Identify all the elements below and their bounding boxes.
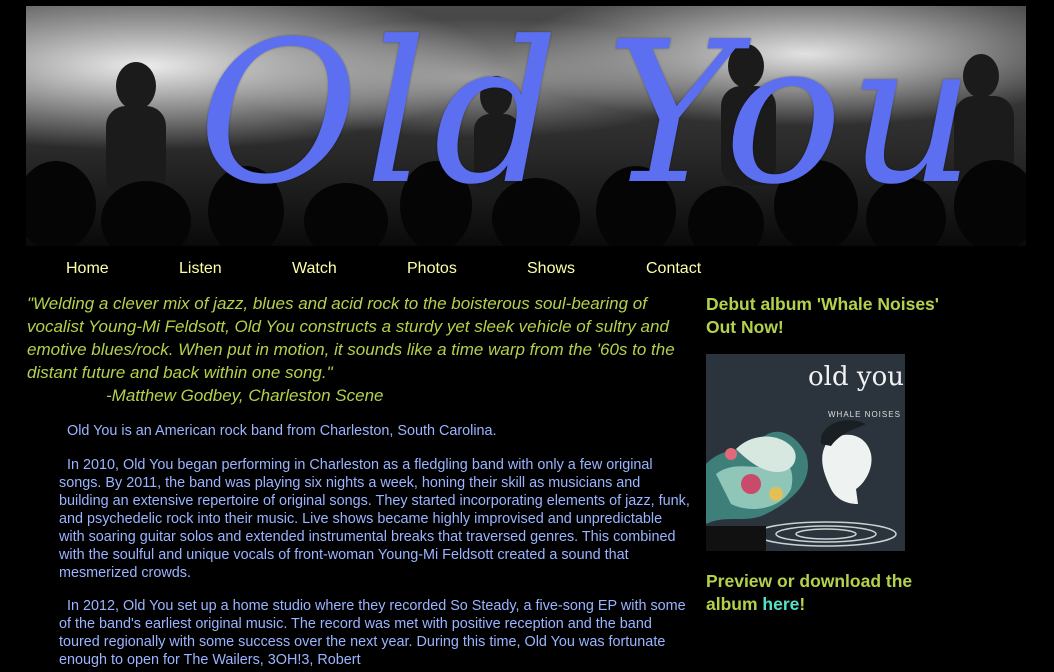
nav-home[interactable]: Home <box>66 260 109 278</box>
press-quote: "Welding a clever mix of jazz, blues and… <box>27 294 675 382</box>
band-title-old: Old <box>198 6 565 228</box>
nav-listen[interactable]: Listen <box>179 260 222 278</box>
quote-attribution: -Matthew Godbey, Charleston Scene <box>106 386 384 405</box>
album-title: old you <box>808 362 904 392</box>
nav-shows[interactable]: Shows <box>527 260 575 278</box>
album-preview-text: Preview or download the album here! <box>706 570 966 616</box>
preview-suffix: ! <box>799 594 806 614</box>
preview-label: Preview or download the album <box>706 571 913 614</box>
band-title-you: You <box>606 6 981 228</box>
bio-paragraph-1: Old You is an American rock band from Ch… <box>67 423 497 439</box>
nav-photos[interactable]: Photos <box>407 260 457 278</box>
nav-watch[interactable]: Watch <box>292 260 337 278</box>
header-banner: Old You <box>26 6 1026 246</box>
bio-paragraph-3: In 2012, Old You set up a home studio wh… <box>59 598 686 668</box>
album-subtitle: WHALE NOISES <box>828 410 901 419</box>
nav-contact[interactable]: Contact <box>646 260 701 278</box>
album-cover[interactable]: old you WHALE NOISES <box>706 354 905 551</box>
bio-paragraph-2: In 2010, Old You began performing in Cha… <box>59 457 690 581</box>
main-nav: Home Listen Watch Photos Shows Contact <box>0 258 760 280</box>
album-announcement: Debut album 'Whale Noises' Out Now! <box>706 294 939 337</box>
album-download-link[interactable]: here <box>762 594 799 614</box>
